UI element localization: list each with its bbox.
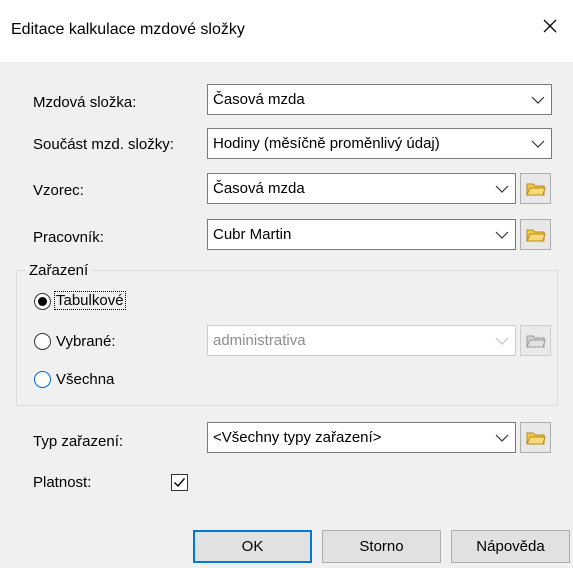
- typ-zarazeni-label: Typ zařazení:: [33, 433, 124, 450]
- window-title: Editace kalkulace mzdové složky: [11, 21, 245, 38]
- pracovnik-combo[interactable]: Cubr Martin: [207, 219, 516, 250]
- typ-zarazeni-value: <Všechny typy zařazení>: [213, 429, 382, 446]
- radio-vsechna-label[interactable]: Všechna: [56, 371, 114, 388]
- pracovnik-value: Cubr Martin: [213, 226, 292, 243]
- radio-tabulkove[interactable]: [34, 293, 51, 310]
- ok-button[interactable]: OK: [193, 530, 312, 563]
- mzdova-slozka-combo[interactable]: Časová mzda: [207, 84, 552, 115]
- chevron-down-icon: [495, 337, 509, 345]
- close-icon: [543, 19, 557, 33]
- folder-icon: [525, 183, 546, 195]
- mzdova-slozka-label: Mzdová složka:: [33, 94, 137, 111]
- platnost-checkbox[interactable]: [171, 474, 188, 491]
- typ-zarazeni-browse-button[interactable]: [520, 422, 551, 453]
- platnost-label: Platnost:: [33, 474, 92, 491]
- close-button[interactable]: [527, 10, 573, 42]
- checkmark-icon: [174, 478, 186, 488]
- pracovnik-browse-button[interactable]: [520, 219, 551, 250]
- chevron-down-icon: [531, 96, 545, 104]
- mzdova-slozka-value: Časová mzda: [213, 91, 305, 108]
- chevron-down-icon: [495, 231, 509, 239]
- vybrane-value: administrativa: [213, 332, 306, 349]
- radio-vybrane[interactable]: [34, 333, 51, 350]
- chevron-down-icon: [495, 185, 509, 193]
- folder-icon: [525, 432, 546, 444]
- vzorec-value: Časová mzda: [213, 180, 305, 197]
- typ-zarazeni-combo[interactable]: <Všechny typy zařazení>: [207, 422, 516, 453]
- soucast-value: Hodiny (měsíčně proměnlivý údaj): [213, 135, 440, 152]
- vybrane-combo: administrativa: [207, 325, 516, 356]
- dialog: Editace kalkulace mzdové složky Mzdová s…: [0, 0, 573, 568]
- napoveda-button[interactable]: Nápověda: [451, 530, 570, 563]
- radio-tabulkove-label[interactable]: Tabulkové: [54, 291, 126, 310]
- vzorec-combo[interactable]: Časová mzda: [207, 173, 516, 204]
- vybrane-browse-button: [520, 325, 551, 356]
- chevron-down-icon: [495, 434, 509, 442]
- vzorec-label: Vzorec:: [33, 182, 84, 199]
- soucast-combo[interactable]: Hodiny (měsíčně proměnlivý údaj): [207, 128, 552, 159]
- zarazeni-legend: Zařazení: [26, 262, 92, 279]
- folder-icon: [525, 229, 546, 241]
- soucast-label: Součást mzd. složky:: [33, 136, 174, 153]
- storno-button[interactable]: Storno: [322, 530, 441, 563]
- folder-icon: [525, 335, 546, 347]
- vzorec-browse-button[interactable]: [520, 173, 551, 204]
- radio-vsechna[interactable]: [34, 371, 51, 388]
- pracovnik-label: Pracovník:: [33, 229, 104, 246]
- title-bar: Editace kalkulace mzdové složky: [0, 0, 573, 62]
- radio-vybrane-label[interactable]: Vybrané:: [56, 333, 115, 350]
- chevron-down-icon: [531, 140, 545, 148]
